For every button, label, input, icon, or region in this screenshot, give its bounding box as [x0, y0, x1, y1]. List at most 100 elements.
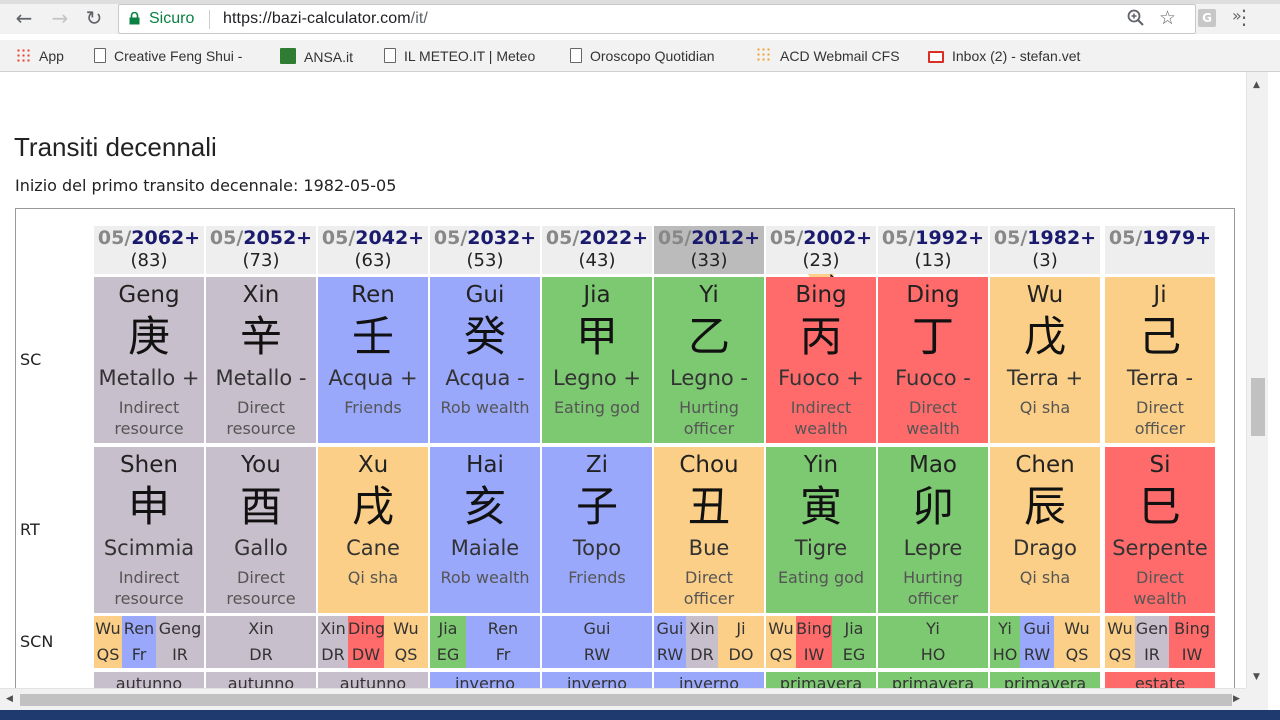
hidden-stem: Yi HO: [878, 616, 988, 668]
horizontal-scrollbar[interactable]: ◀ ▶: [0, 688, 1246, 710]
ten-god-line: Direct: [237, 398, 285, 417]
ten-god-line: officer: [683, 589, 735, 608]
scroll-down-icon[interactable]: ▼: [1253, 672, 1260, 682]
bookmark-star-icon[interactable]: ☆: [1159, 7, 1176, 29]
bookmark-item[interactable]: IL METEO.IT | Meteo: [384, 48, 535, 66]
reload-icon[interactable]: ↻: [80, 4, 108, 34]
season-cell: inverno: [430, 672, 540, 688]
scroll-right-icon[interactable]: ▶: [1233, 694, 1240, 704]
horizontal-scroll-thumb[interactable]: [20, 694, 1232, 706]
hidden-stem: Gen IR: [1135, 616, 1169, 668]
season-cell: primavera: [990, 672, 1100, 688]
ten-god-line: wealth: [906, 419, 960, 438]
sc-pinyin: Wu: [1026, 282, 1064, 308]
hidden-stem: Xin DR: [206, 616, 316, 668]
hidden-stem: Ding DW: [348, 616, 384, 668]
scroll-up-icon[interactable]: ▲: [1253, 80, 1260, 90]
hidden-stem-god: RW: [1023, 645, 1051, 664]
transit-year-header: 05/2002+ (23): [766, 226, 876, 274]
vertical-scroll-thumb[interactable]: [1251, 378, 1265, 436]
hidden-stem-name: Gui: [583, 619, 611, 638]
rt-animal: Bue: [688, 536, 730, 560]
hidden-stem-god: HO: [992, 645, 1018, 664]
sc-element: Terra -: [1126, 366, 1194, 390]
hidden-stem: Gui RW: [654, 616, 686, 668]
sc-hanzi: 丙: [799, 312, 842, 361]
hidden-stem-god: EG: [842, 645, 866, 664]
hidden-stem-name: Wu: [1064, 619, 1090, 638]
rt-cell: You 酉 Gallo Direct resource: [206, 447, 316, 613]
hidden-stem-name: Gen: [1135, 619, 1169, 638]
hidden-stem-god: QS: [1065, 645, 1089, 664]
rt-cell: Zi 子 Topo Friends: [542, 447, 652, 613]
back-icon[interactable]: ←: [10, 4, 38, 34]
transit-age: (23): [802, 250, 840, 271]
bookmark-label: ANSA.it: [304, 49, 354, 65]
transit-year: 05/1992+: [878, 226, 988, 250]
ten-god-line: resource: [226, 589, 296, 608]
taskbar: [0, 710, 1280, 720]
transit-year: 05/2042+: [318, 226, 428, 250]
hidden-stem-god: EG: [436, 645, 460, 664]
transit-month: 05/: [321, 227, 356, 249]
transit-year-value: 2002+: [803, 227, 873, 249]
bookmark-item[interactable]: ACD Webmail CFS: [756, 48, 900, 66]
rt-cell: Shen 申 Scimmia Indirect resource: [94, 447, 204, 613]
sc-ten-god: Qi sha: [990, 397, 1100, 418]
row-label-scn: SCN: [20, 632, 54, 651]
hidden-stem: Bing IW: [1169, 616, 1215, 668]
bookmark-item[interactable]: Creative Feng Shui -: [94, 48, 242, 66]
hidden-stem-god: QS: [96, 645, 120, 664]
hidden-stem-god: IR: [1144, 645, 1160, 664]
transit-year-value: 2032+: [467, 227, 537, 249]
zoom-icon[interactable]: [1127, 9, 1145, 27]
bookmark-item[interactable]: Inbox (2) - stefan.vet: [928, 48, 1080, 66]
bookmarks-overflow-icon[interactable]: »: [1232, 6, 1242, 25]
ten-god-line: Direct: [1136, 398, 1184, 417]
vertical-scrollbar[interactable]: ▲ ▼: [1246, 72, 1268, 688]
bookmark-item[interactable]: Oroscopo Quotidian: [570, 48, 715, 66]
rt-ten-god: Indirect resource: [94, 567, 204, 609]
hidden-stem-name: Yi: [998, 619, 1012, 638]
transit-age: (73): [242, 250, 280, 271]
extension-icon[interactable]: G: [1198, 9, 1216, 27]
hidden-stem-name: Ji: [736, 619, 746, 638]
transit-year-header: 05/1979+: [1105, 226, 1215, 274]
rt-hanzi: 申: [127, 482, 170, 531]
page-icon: [570, 48, 582, 63]
rt-animal: Cane: [346, 536, 400, 560]
transit-year-header: 05/1992+ (13): [878, 226, 988, 274]
rt-pinyin: Chen: [1015, 452, 1075, 478]
hidden-stem-name: Bing: [796, 619, 832, 638]
url-path: /it/: [410, 10, 428, 27]
url-text[interactable]: https://bazi-calculator.com/it/: [223, 10, 428, 28]
hidden-stem: Wu QS: [1105, 616, 1135, 668]
hidden-stem-god: IW: [803, 645, 825, 664]
hidden-stem-god: DR: [249, 645, 273, 664]
transit-age: (53): [466, 250, 504, 271]
hidden-stem-name: Geng: [158, 619, 202, 638]
sc-element: Metallo -: [215, 366, 307, 390]
transit-age: (3): [1032, 250, 1058, 271]
rt-pinyin: Si: [1149, 452, 1171, 478]
sc-cell: Gui 癸 Acqua - Rob wealth: [430, 277, 540, 443]
page-icon: [94, 48, 106, 63]
forward-icon[interactable]: →: [46, 4, 74, 34]
rt-pinyin: You: [241, 452, 281, 478]
scroll-left-icon[interactable]: ◀: [6, 694, 13, 704]
sc-pinyin: Gui: [465, 282, 505, 308]
bookmark-item[interactable]: App: [16, 48, 64, 66]
address-bar[interactable]: Sicuro https://bazi-calculator.com/it/ ☆: [118, 4, 1196, 34]
hidden-stem-name: Xin: [689, 619, 715, 638]
rt-hanzi: 巳: [1138, 482, 1181, 531]
bookmark-item[interactable]: ANSA.it: [280, 48, 353, 66]
sc-element: Fuoco -: [895, 366, 971, 390]
season-cell: primavera: [766, 672, 876, 688]
rt-pinyin: Hai: [466, 452, 504, 478]
transit-year-value: 2022+: [579, 227, 649, 249]
sc-pinyin: Ding: [906, 282, 960, 308]
hidden-stem-name: Wu: [95, 619, 121, 638]
gmail-icon: [928, 51, 944, 63]
hidden-stem: Wu QS: [94, 616, 122, 668]
transit-year: 05/2062+: [94, 226, 204, 250]
